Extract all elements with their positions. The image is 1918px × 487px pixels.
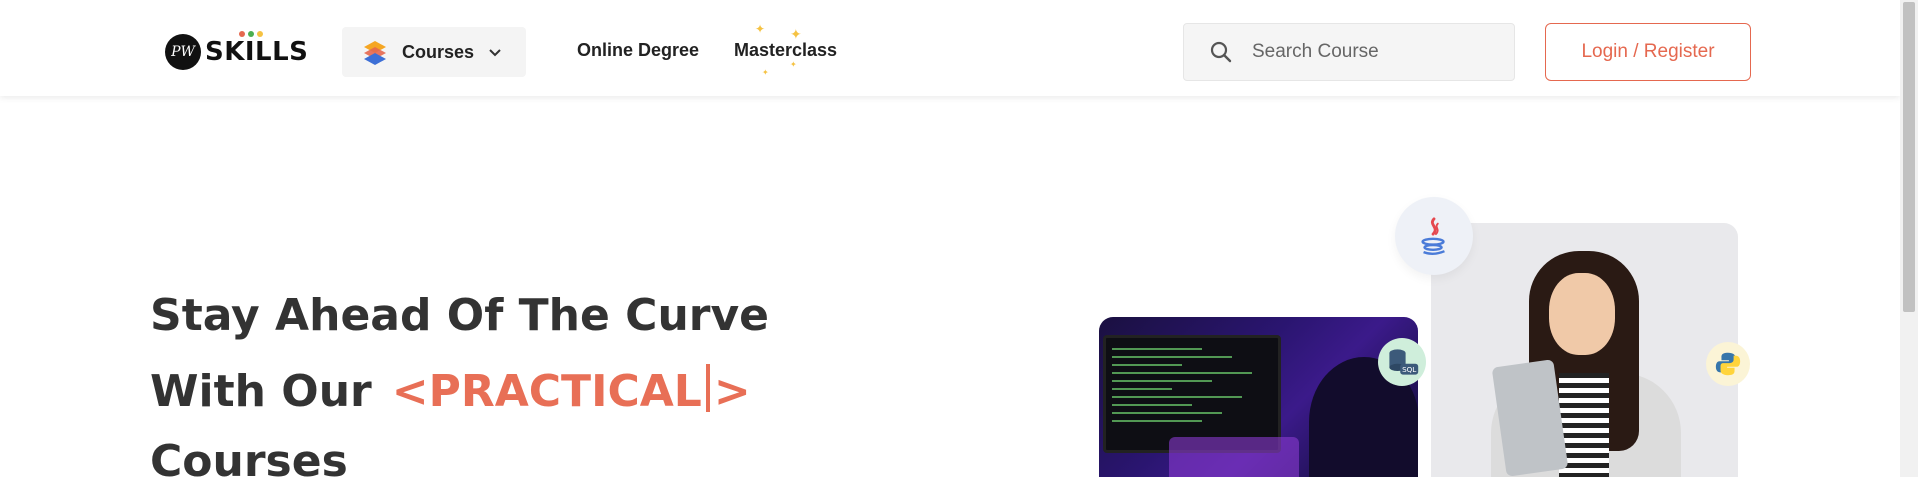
- hero-title-line-1: Stay Ahead Of The Curve: [150, 290, 769, 341]
- search-icon: [1210, 41, 1232, 63]
- sql-label: SQL: [1402, 365, 1416, 374]
- hero-title-line-3: Courses: [150, 436, 348, 487]
- logo-text: SKILLS: [205, 31, 309, 67]
- pw-logo-badge: PW: [165, 34, 201, 70]
- sparkle-icon: ✦: [790, 26, 802, 42]
- typing-cursor: [705, 364, 710, 412]
- woman-face: [1549, 273, 1615, 355]
- scrollbar-thumb[interactable]: [1903, 2, 1915, 312]
- courses-label: Courses: [402, 41, 475, 62]
- sparkle-icon: ✦: [762, 68, 769, 77]
- layers-icon: [364, 41, 386, 65]
- logo-wordmark: SKILLS: [205, 37, 309, 67]
- developer-image: [1099, 317, 1418, 477]
- logo-dot-green: [248, 31, 254, 37]
- sparkle-icon: ✦: [790, 60, 797, 69]
- student-image: [1431, 223, 1738, 477]
- login-register-button[interactable]: Login / Register: [1545, 23, 1751, 81]
- search-box[interactable]: [1183, 23, 1515, 81]
- highlight-text: <PRACTICAL: [391, 366, 702, 417]
- chevron-down-icon: [489, 49, 501, 57]
- hero-title-prefix: With Our: [150, 366, 372, 417]
- java-icon: [1395, 197, 1473, 275]
- sparkle-icon: ✦: [755, 22, 766, 36]
- logo-dot-yellow: [257, 31, 263, 37]
- sql-icon: SQL: [1378, 338, 1426, 386]
- highlight-close: >: [713, 366, 751, 417]
- courses-dropdown-button[interactable]: Courses: [342, 27, 526, 77]
- laptop-glow: [1169, 437, 1299, 477]
- hero-typing-highlight: <PRACTICAL >: [391, 364, 751, 417]
- page-scrollbar[interactable]: [1900, 0, 1918, 477]
- top-navbar: PW SKILLS Courses Online Degree Mastercl…: [0, 0, 1900, 96]
- nav-online-degree[interactable]: Online Degree: [577, 40, 699, 61]
- logo-dot-red: [239, 31, 245, 37]
- nav-masterclass[interactable]: Masterclass: [734, 40, 837, 61]
- hero-title-line-2: With Our <PRACTICAL >: [150, 364, 751, 417]
- monitor-screen: [1103, 335, 1281, 453]
- search-input[interactable]: [1250, 40, 1514, 64]
- pw-skills-logo[interactable]: PW SKILLS: [165, 31, 309, 72]
- logo-dots: [239, 31, 263, 37]
- python-icon: [1706, 342, 1750, 386]
